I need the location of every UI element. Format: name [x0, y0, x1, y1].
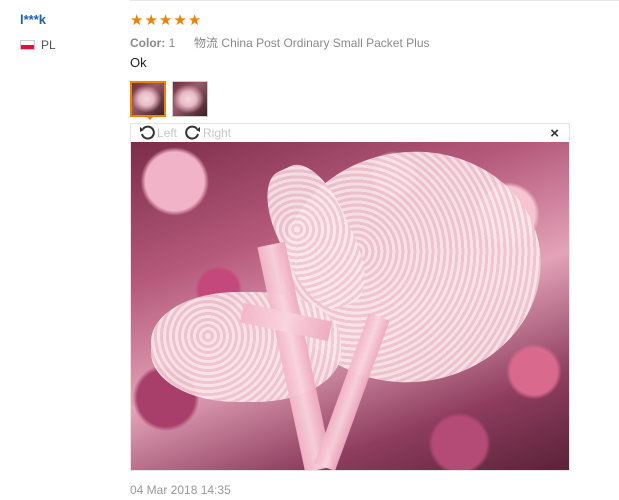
close-icon[interactable]: ×	[550, 125, 559, 142]
photo-thumbnail-2[interactable]	[172, 81, 208, 117]
star-icon: ★	[173, 11, 187, 29]
reviewer-name[interactable]: l***k	[20, 12, 120, 30]
star-icon: ★	[144, 11, 158, 29]
rotate-left-icon	[140, 125, 155, 140]
photo-viewer: Left Right ×	[130, 123, 570, 471]
color-label: Color:	[130, 36, 166, 50]
reviewer-country: PL	[20, 38, 120, 52]
rotate-left-label: Left	[157, 126, 178, 140]
photo-thumbnail-1[interactable]	[130, 81, 166, 117]
rotate-left-button[interactable]: Left	[139, 125, 177, 141]
country-code: PL	[41, 38, 56, 52]
active-thumbnail-caret	[145, 115, 155, 120]
top-divider	[130, 0, 619, 1]
rotate-right-button[interactable]: Right	[185, 125, 231, 141]
poland-flag-icon	[20, 40, 35, 50]
reviewer-info: l***k PL	[20, 12, 120, 52]
order-info: Color: 1 物流 China Post Ordinary Small Pa…	[130, 34, 570, 50]
shipping-value: China Post Ordinary Small Packet Plus	[221, 36, 430, 50]
star-icon: ★	[158, 11, 173, 29]
rotate-right-icon	[185, 125, 201, 140]
viewer-toolbar: Left Right ×	[131, 124, 569, 142]
review-photo	[131, 142, 569, 470]
review-date: 04 Mar 2018 14:35	[130, 483, 231, 497]
rotate-right-label: Right	[203, 126, 232, 140]
star-icon: ★	[130, 11, 144, 29]
review-text: Ok	[130, 55, 147, 70]
star-rating: ★ ★ ★ ★ ★	[130, 10, 570, 30]
color-value: 1	[168, 36, 176, 50]
star-icon: ★	[187, 11, 202, 29]
review-body: ★ ★ ★ ★ ★ Color: 1 物流 China Post Ordinar…	[130, 10, 570, 117]
shipping-label: 物流	[194, 36, 219, 50]
photo-thumbnails	[130, 81, 570, 117]
